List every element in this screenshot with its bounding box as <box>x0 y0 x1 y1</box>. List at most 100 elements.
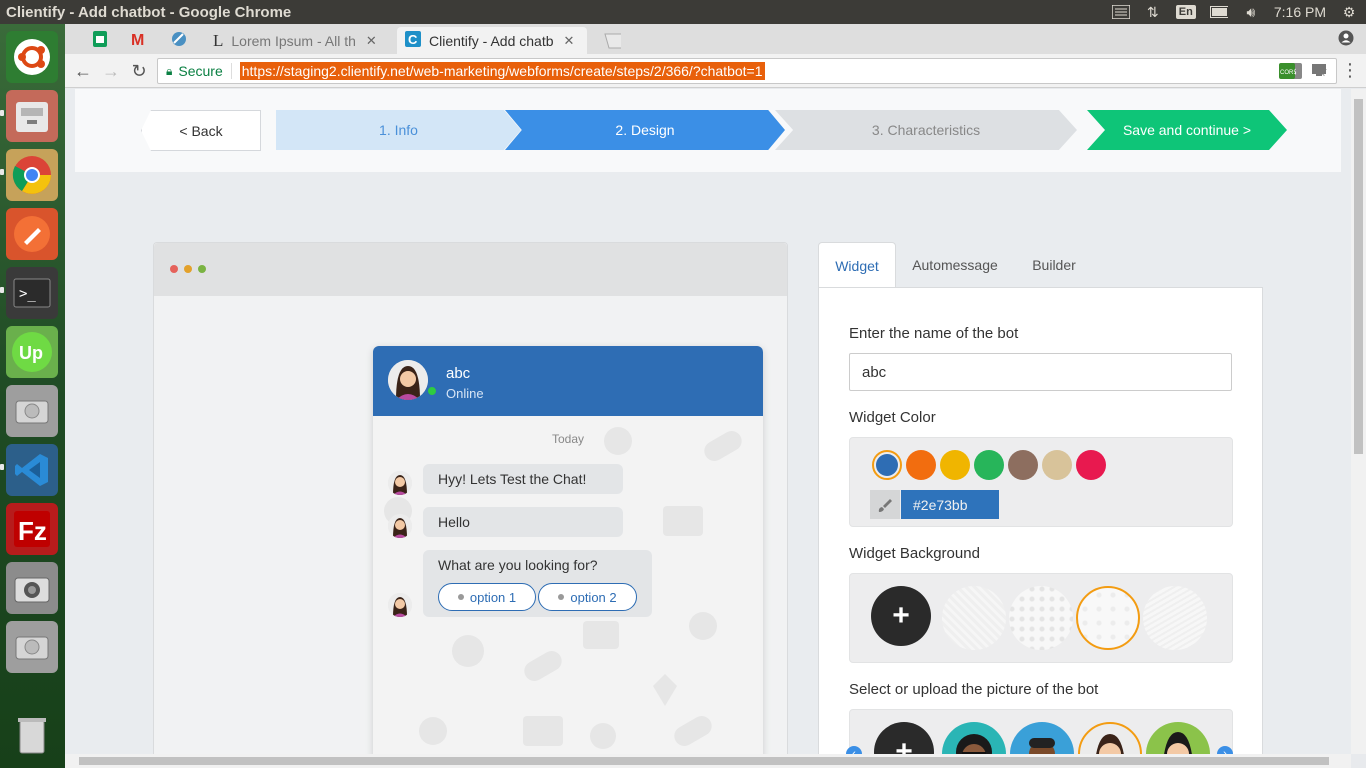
new-tab-button[interactable] <box>593 27 629 54</box>
online-status-dot <box>427 386 437 396</box>
chevron-left-icon[interactable]: ‹ <box>846 746 862 754</box>
indicator-menu-icon[interactable] <box>1111 4 1130 20</box>
keyboard-layout[interactable]: En <box>1175 5 1196 19</box>
tab-builder[interactable]: Builder <box>1014 242 1094 287</box>
chevron-right-icon[interactable]: › <box>1217 746 1233 754</box>
lorem-icon: L <box>213 30 224 50</box>
background-option[interactable] <box>1143 586 1207 650</box>
vertical-scrollbar[interactable] <box>1351 89 1366 754</box>
bot-name-input[interactable]: abc <box>849 353 1232 391</box>
upload-picture-button[interactable]: + <box>874 722 934 754</box>
filezilla-icon[interactable]: Fz <box>6 503 58 555</box>
widget-settings-form: Enter the name of the bot abc Widget Col… <box>818 287 1263 754</box>
horizontal-scrollbar[interactable] <box>65 754 1351 768</box>
chrome-icon[interactable] <box>6 149 58 201</box>
widget-background-label: Widget Background <box>849 545 980 562</box>
close-dot <box>170 265 178 273</box>
day-separator: Today <box>551 432 585 446</box>
files-icon[interactable] <box>6 90 58 142</box>
close-tab-icon[interactable]: ✕ <box>564 33 575 49</box>
color-swatch-blue[interactable] <box>872 450 902 480</box>
tab-gmail[interactable]: M <box>123 27 153 54</box>
step-design[interactable]: 2. Design <box>505 110 785 150</box>
tab-automessage[interactable]: Automessage <box>898 242 1012 287</box>
camera-icon[interactable] <box>6 562 58 614</box>
minimize-dot <box>184 265 192 273</box>
bot-avatar <box>388 360 428 400</box>
color-swatch-brown[interactable] <box>1008 450 1038 480</box>
horizontal-scroll-thumb[interactable] <box>79 757 1329 765</box>
step-characteristics[interactable]: 3. Characteristics <box>775 110 1077 150</box>
url-text[interactable]: https://staging2.clientify.net/web-marke… <box>239 62 765 80</box>
avatar-option[interactable] <box>1146 722 1210 754</box>
add-background-button[interactable]: + <box>871 586 931 646</box>
svg-text:Fz: Fz <box>18 516 47 546</box>
cast-extension-icon[interactable] <box>1311 63 1327 82</box>
vertical-scroll-thumb[interactable] <box>1354 99 1363 454</box>
browser-tabstrip: M L Lorem Ipsum - All th ✕ C Clientify -… <box>65 24 1366 54</box>
menu-kebab-icon[interactable]: ⋮ <box>1341 60 1359 81</box>
browser-toolbar: ← → ↻ 🔒︎ Secure https://staging2.clienti… <box>65 54 1366 88</box>
bot-name: abc <box>446 365 471 382</box>
background-picker-well: + <box>849 573 1233 663</box>
color-swatch-yellow[interactable] <box>940 450 970 480</box>
plus-icon: + <box>895 735 913 755</box>
color-swatch-beige[interactable] <box>1042 450 1072 480</box>
chat-option-button[interactable]: option 2 <box>538 583 637 611</box>
avatar-option[interactable] <box>942 722 1006 754</box>
disk-drive-icon[interactable] <box>6 385 58 437</box>
widget-color-label: Widget Color <box>849 409 936 426</box>
ubuntu-dash-icon[interactable] <box>6 31 58 83</box>
terminal-icon[interactable]: >_ <box>6 267 58 319</box>
bot-status: Online <box>446 386 484 401</box>
sheets-icon <box>93 31 107 50</box>
color-swatch-red[interactable] <box>1076 450 1106 480</box>
background-option-selected[interactable] <box>1076 586 1140 650</box>
color-swatch-green[interactable] <box>974 450 1004 480</box>
background-option[interactable] <box>1009 586 1073 650</box>
gear-icon[interactable]: ⚙ <box>1340 4 1358 20</box>
forward-arrow-icon[interactable]: → <box>100 60 122 82</box>
background-option[interactable] <box>942 586 1006 650</box>
avatar-option[interactable] <box>1010 722 1074 754</box>
plus-icon: + <box>892 599 910 632</box>
volume-icon[interactable]: 🔊︎ <box>1242 4 1260 20</box>
disk-drive-icon[interactable] <box>6 621 58 673</box>
svg-text:Up: Up <box>19 343 43 363</box>
close-tab-icon[interactable]: ✕ <box>366 33 377 49</box>
battery-icon[interactable] <box>1209 4 1228 20</box>
vscode-icon[interactable] <box>6 444 58 496</box>
reload-icon[interactable]: ↻ <box>128 60 150 82</box>
bot-name-label: Enter the name of the bot <box>849 325 1019 342</box>
svg-text:>_: >_ <box>19 286 36 302</box>
chat-option-button[interactable]: option 1 <box>438 583 536 611</box>
profile-icon[interactable] <box>1338 30 1354 51</box>
paint-brush-icon[interactable] <box>870 490 900 519</box>
tab-sheets[interactable] <box>85 27 115 54</box>
step-info[interactable]: 1. Info <box>276 110 521 150</box>
back-arrow-icon[interactable]: ← <box>72 60 94 82</box>
tab-meteor[interactable] <box>163 27 193 54</box>
address-bar[interactable]: 🔒︎ Secure https://staging2.clientify.net… <box>157 58 1337 84</box>
preview-titlebar <box>154 243 787 296</box>
network-arrows-icon[interactable]: ⇅ <box>1144 4 1162 20</box>
hex-color-input[interactable]: #2e73bb <box>901 490 999 519</box>
tab-widget[interactable]: Widget <box>818 242 896 288</box>
avatar-option-selected[interactable] <box>1078 722 1142 754</box>
save-and-continue-button[interactable]: Save and continue > <box>1087 110 1287 150</box>
trash-icon[interactable] <box>6 709 58 761</box>
clock[interactable]: 7:16 PM <box>1274 4 1326 20</box>
back-button[interactable]: < Back <box>141 110 261 151</box>
chat-widget: abc Online Today Hyy! Lets Test the Chat… <box>373 346 763 754</box>
meteor-icon <box>171 31 187 50</box>
maximize-dot <box>198 265 206 273</box>
cors-extension-icon[interactable]: CORS <box>1279 63 1297 84</box>
gmail-icon: M <box>131 31 145 49</box>
postman-icon[interactable] <box>6 208 58 260</box>
upwork-icon[interactable]: Up <box>6 326 58 378</box>
tab-lorem-ipsum[interactable]: L Lorem Ipsum - All th ✕ <box>205 27 390 54</box>
secure-label: Secure <box>178 63 232 79</box>
color-swatch-orange[interactable] <box>906 450 936 480</box>
tab-clientify[interactable]: C Clientify - Add chatb ✕ <box>397 27 587 54</box>
svg-text:CORS: CORS <box>1280 70 1295 76</box>
